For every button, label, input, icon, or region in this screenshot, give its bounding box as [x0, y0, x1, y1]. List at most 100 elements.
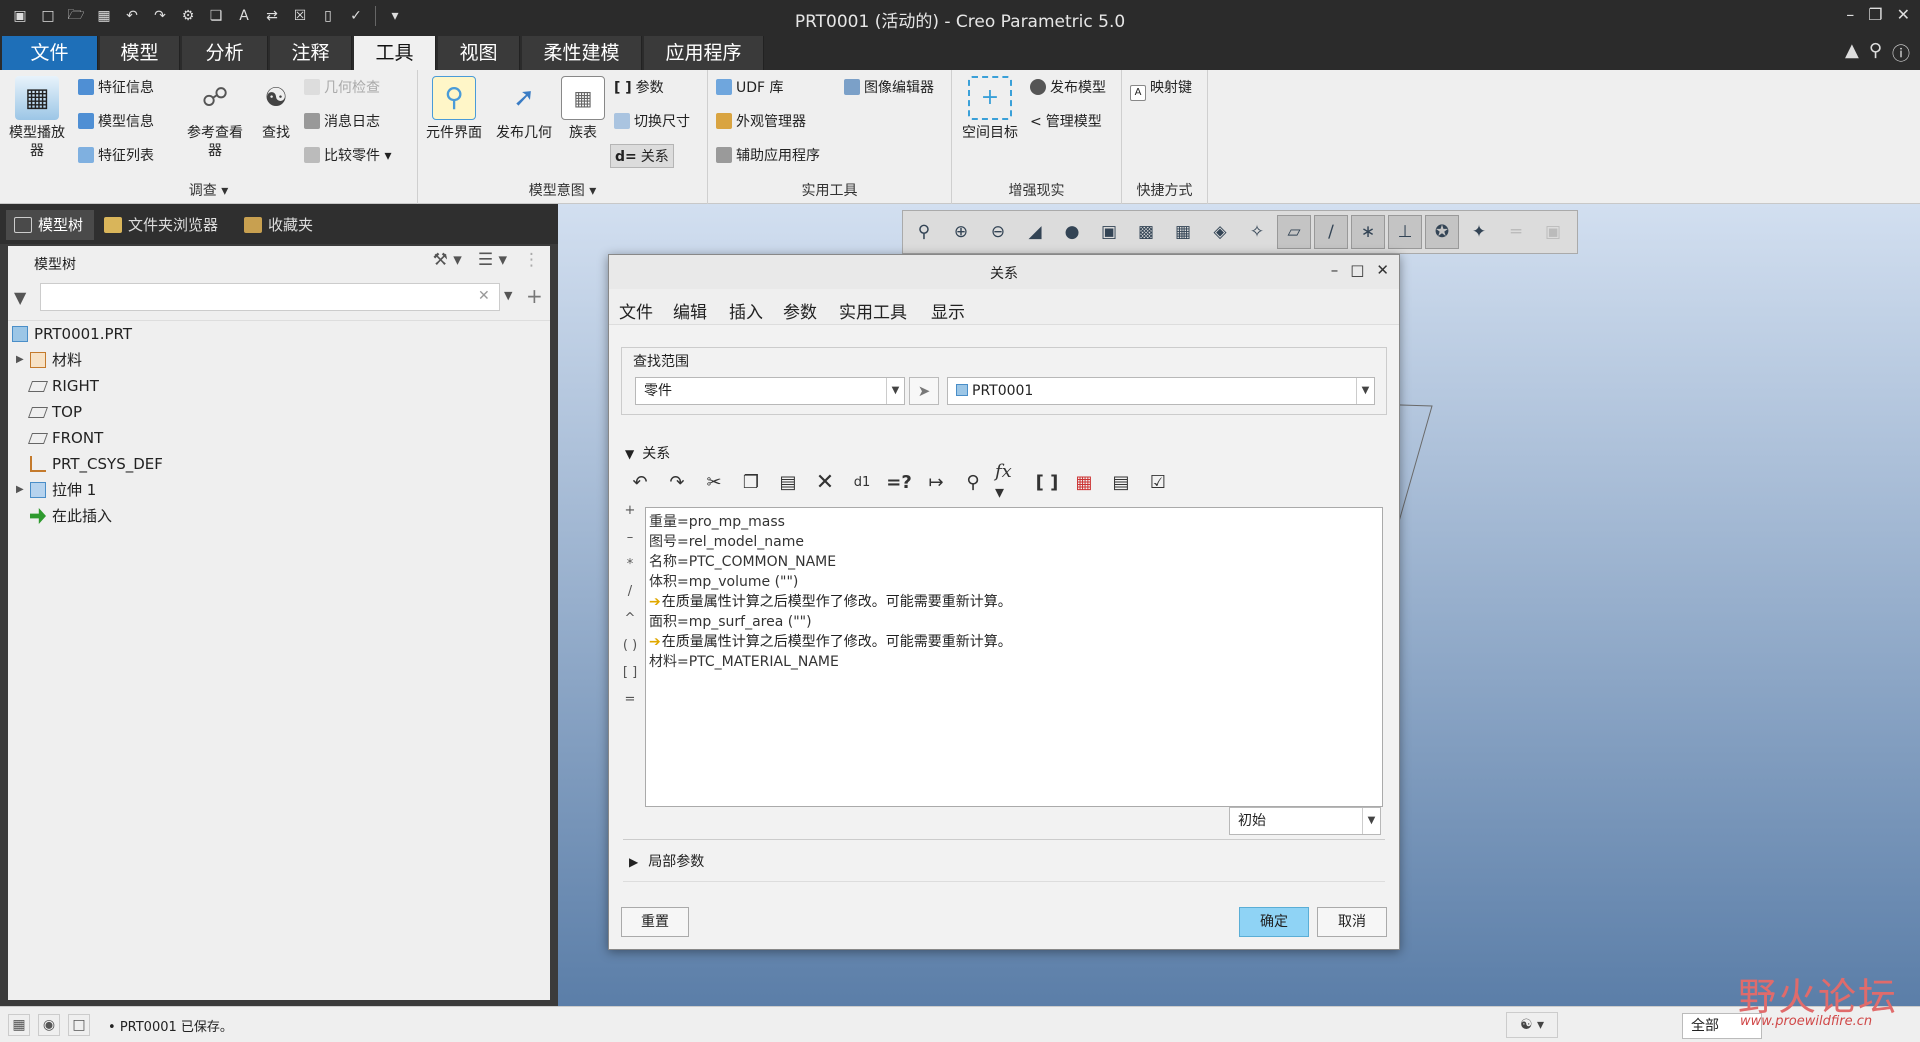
copy-icon[interactable]: ❐ — [736, 467, 766, 497]
spin-center-icon[interactable]: ✪ — [1425, 215, 1459, 249]
redo-icon[interactable]: ↷ — [662, 467, 692, 497]
filter-tool-icon[interactable]: ⋮ — [523, 250, 540, 270]
refit-icon[interactable]: ⚲ — [907, 215, 941, 249]
message-log-button[interactable]: 消息日志 — [304, 110, 380, 134]
undo-icon[interactable]: ↶ — [625, 467, 655, 497]
dialog-minimize-icon[interactable]: – — [1331, 261, 1339, 279]
point-display-icon[interactable]: ∗ — [1351, 215, 1385, 249]
tree-item[interactable]: PRT_CSYS_DEF — [8, 451, 550, 477]
tree-item[interactable]: ▶ 拉伸 1 — [8, 477, 550, 503]
close-icon[interactable]: ✕ — [1897, 5, 1910, 24]
cut-icon[interactable]: ✂ — [699, 467, 729, 497]
relations-button[interactable]: d= 关系 — [610, 144, 674, 168]
publish-model-button[interactable]: 发布模型 — [1030, 76, 1106, 100]
reset-button[interactable]: 重置 — [621, 907, 689, 937]
expand-arrow-icon[interactable]: ▶ — [16, 347, 24, 373]
relation-line[interactable]: 材料=PTC_MATERIAL_NAME — [649, 652, 1379, 672]
tab-file[interactable]: 文件 — [2, 36, 98, 70]
restore-icon[interactable]: ❐ — [1868, 5, 1882, 24]
collapse-ribbon-icon[interactable]: ▲ — [1845, 40, 1859, 66]
sort-relations-icon[interactable]: ▤ — [1106, 467, 1136, 497]
relation-line[interactable]: 体积=mp_volume ("") — [649, 572, 1379, 592]
operator-button[interactable]: / — [621, 584, 639, 611]
menu-parameters[interactable]: 参数 — [783, 298, 817, 323]
clear-icon[interactable]: ✕ — [478, 288, 490, 304]
tree-item[interactable]: RIGHT — [8, 373, 550, 399]
udf-library-button[interactable]: UDF 库 — [716, 76, 784, 100]
tree-item[interactable]: FRONT — [8, 425, 550, 451]
tab-favorites[interactable]: 收藏夹 — [236, 210, 328, 240]
reference-viewer-button[interactable]: ☍ 参考查看 器 — [182, 76, 248, 160]
tab-view[interactable]: 视图 — [438, 36, 520, 70]
zoom-out-icon[interactable]: ⊖ — [981, 215, 1015, 249]
switch-dimensions-button[interactable]: 切换尺寸 — [614, 110, 690, 134]
tree-item[interactable]: TOP — [8, 399, 550, 425]
units-icon[interactable]: ▦ — [1069, 467, 1099, 497]
plane-display-icon[interactable]: ▱ — [1277, 215, 1311, 249]
settings-tool-icon[interactable]: ⚒ ▾ — [433, 250, 462, 270]
group-label-model-intent[interactable]: 模型意图 ▾ — [418, 180, 707, 200]
geometry-check-button[interactable]: 几何检查 — [304, 76, 380, 100]
image-editor-button[interactable]: 图像编辑器 — [844, 76, 934, 100]
insert-parameter-icon[interactable]: [ ] — [1032, 467, 1062, 497]
scope-type-select[interactable]: 零件 ▼ — [635, 377, 905, 405]
group-label-survey[interactable]: 调查 ▾ — [0, 180, 417, 200]
tab-tools[interactable]: 工具 — [354, 36, 436, 70]
dialog-close-icon[interactable]: ✕ — [1376, 261, 1389, 279]
relation-line[interactable]: 重量=pro_mp_mass — [649, 512, 1379, 532]
tab-model[interactable]: 模型 — [100, 36, 180, 70]
feature-list-button[interactable]: 特征列表 — [78, 144, 154, 168]
dialog-maximize-icon[interactable]: □ — [1350, 261, 1364, 279]
axis-display-icon[interactable]: ∕ — [1314, 215, 1348, 249]
expand-arrow-icon[interactable]: ▶ — [16, 477, 24, 503]
component-interface-button[interactable]: ⚲ 元件界面 — [422, 76, 486, 142]
tab-annotate[interactable]: 注释 — [270, 36, 352, 70]
perspective-icon[interactable]: ▦ — [1166, 215, 1200, 249]
saved-orientations-icon[interactable]: ▣ — [1092, 215, 1126, 249]
tab-flexible-modeling[interactable]: 柔性建模 — [522, 36, 642, 70]
initial-select[interactable]: 初始 ▼ — [1229, 807, 1381, 835]
csys-display-icon[interactable]: ⊥ — [1388, 215, 1422, 249]
menu-display[interactable]: 显示 — [931, 298, 965, 323]
tree-item[interactable]: 在此插入 — [8, 503, 550, 529]
show-tool-icon[interactable]: ☰ ▾ — [478, 250, 507, 270]
repaint-icon[interactable]: ◢ — [1018, 215, 1052, 249]
relation-line[interactable]: 图号=rel_model_name — [649, 532, 1379, 552]
insert-dimension-icon[interactable]: ↦ — [921, 467, 951, 497]
operator-button[interactable]: [ ] — [621, 665, 639, 692]
section-icon[interactable]: ◈ — [1203, 215, 1237, 249]
relation-line[interactable]: 名称=PTC_COMMON_NAME — [649, 552, 1379, 572]
filter-dropdown-icon[interactable]: ▼ — [504, 289, 512, 302]
compare-part-button[interactable]: 比较零件 ▾ — [304, 144, 391, 168]
verify-relations-icon[interactable]: ☑ — [1143, 467, 1173, 497]
operator-button[interactable]: + — [621, 503, 639, 530]
model-info-button[interactable]: 模型信息 — [78, 110, 154, 134]
find-button[interactable]: ☯ 查找 — [252, 76, 300, 142]
menu-edit[interactable]: 编辑 — [673, 298, 707, 323]
tab-analysis[interactable]: 分析 — [182, 36, 268, 70]
select-arrow-icon[interactable]: ➤ — [909, 377, 939, 405]
relations-editor[interactable]: 重量=pro_mp_mass 图号=rel_model_name 名称=PTC_CO… — [645, 507, 1383, 807]
warning-line[interactable]: ➔在质量属性计算之后模型作了修改。可能需要重新计算。 — [649, 632, 1379, 652]
tab-model-tree[interactable]: 模型树 — [6, 210, 94, 240]
model-player-button[interactable]: ▦ 模型播放 器 — [4, 76, 70, 160]
switch-symbols-icon[interactable]: d1 — [847, 467, 877, 497]
cancel-button[interactable]: 取消 — [1317, 907, 1387, 937]
operator-button[interactable]: ^ — [621, 611, 639, 638]
operator-button[interactable]: * — [621, 557, 639, 584]
fullscreen-toggle-icon[interactable]: □ — [68, 1014, 90, 1036]
add-icon[interactable]: + — [526, 284, 543, 308]
disabled-tool-1-icon[interactable]: ═ — [1499, 215, 1533, 249]
display-style-icon[interactable]: ● — [1055, 215, 1089, 249]
manage-model-button[interactable]: < 管理模型 — [1030, 110, 1102, 134]
tab-folder-browser[interactable]: 文件夹浏览器 — [96, 210, 232, 240]
menu-insert[interactable]: 插入 — [729, 298, 763, 323]
mapkeys-button[interactable]: A 映射键 — [1130, 76, 1192, 101]
spatial-target-button[interactable]: + 空间目标 — [954, 76, 1026, 142]
family-table-button[interactable]: ▦ 族表 — [560, 76, 606, 142]
auxiliary-app-button[interactable]: 辅助应用程序 — [716, 144, 820, 168]
search-icon[interactable]: ⚲ — [1869, 40, 1882, 66]
operator-button[interactable]: = — [621, 692, 639, 719]
tab-applications[interactable]: 应用程序 — [644, 36, 764, 70]
menu-utilities[interactable]: 实用工具 — [839, 298, 907, 323]
